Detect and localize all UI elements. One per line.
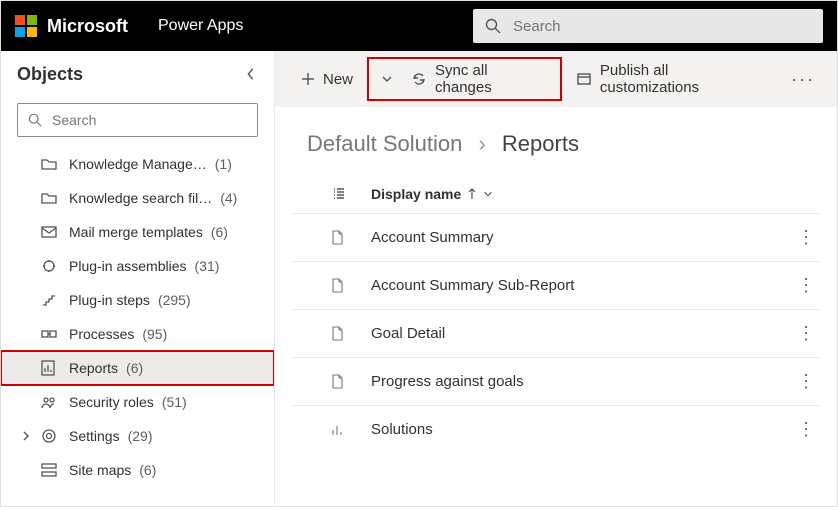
row-display-name: Progress against goals [371, 373, 791, 390]
row-display-name: Account Summary [371, 229, 791, 246]
tree-item-knowledge-manage[interactable]: Knowledge Manage… (1) [1, 147, 274, 181]
global-search[interactable] [473, 9, 823, 43]
grid-row[interactable]: Progress against goals⋮ [291, 357, 821, 405]
grid-row[interactable]: Account Summary⋮ [291, 213, 821, 261]
tree-item-plug-in-assemblies[interactable]: Plug-in assemblies (31) [1, 249, 274, 283]
chevron-down-icon [381, 73, 393, 85]
row-display-name: Goal Detail [371, 325, 791, 342]
tree-item-count: (29) [128, 428, 153, 444]
objects-search-input[interactable] [50, 111, 247, 129]
grid-row[interactable]: Solutions⋮ [291, 405, 821, 453]
tree-item-count: (4) [220, 190, 237, 206]
sync-all-button[interactable]: Sync all changes [401, 61, 556, 97]
tree-item-mail-merge-templates[interactable]: Mail merge templates (6) [1, 215, 274, 249]
plugin-icon [41, 258, 59, 274]
command-bar: New Sync all changes [275, 51, 837, 107]
tree-item-settings[interactable]: Settings (29) [1, 419, 274, 453]
grid-row[interactable]: Account Summary Sub-Report⋮ [291, 261, 821, 309]
tree-item-count: (295) [158, 292, 191, 308]
app-name: Power Apps [158, 17, 243, 35]
objects-tree: Knowledge Manage… (1) Knowledge search fil… [1, 147, 274, 506]
tree-item-count: (95) [142, 326, 167, 342]
steps-icon [41, 293, 59, 307]
tree-item-count: (1) [215, 156, 232, 172]
tree-item-site-maps[interactable]: Site maps (6) [1, 453, 274, 487]
breadcrumb: Default Solution › Reports [275, 107, 837, 175]
grid-header-row: Display name [291, 175, 821, 213]
chevron-right-icon: › [478, 131, 485, 156]
document-icon [331, 230, 371, 245]
roles-icon [41, 395, 59, 409]
tree-item-label: Processes [69, 326, 134, 342]
tree-item-label: Settings [69, 428, 120, 444]
row-display-name: Account Summary Sub-Report [371, 277, 791, 294]
sync-group-highlight: Sync all changes [369, 59, 560, 99]
publish-icon [576, 71, 592, 87]
row-more-button[interactable]: ⋮ [791, 323, 821, 344]
tree-item-label: Plug-in assemblies [69, 258, 187, 274]
publish-all-button[interactable]: Publish all customizations [566, 61, 779, 97]
mail-icon [41, 225, 59, 239]
process-icon [41, 327, 59, 341]
objects-panel-title: Objects [17, 64, 83, 85]
app-header: Microsoft Power Apps [1, 1, 837, 51]
document-icon [331, 374, 371, 389]
tree-item-label: Mail merge templates [69, 224, 203, 240]
row-display-name: Solutions [371, 421, 791, 438]
row-more-button[interactable]: ⋮ [791, 227, 821, 248]
tree-item-count: (6) [211, 224, 228, 240]
tree-item-label: Security roles [69, 394, 154, 410]
grid-row[interactable]: Goal Detail⋮ [291, 309, 821, 357]
new-dropdown-button[interactable] [373, 61, 401, 97]
new-button[interactable]: New [291, 61, 363, 97]
tree-item-count: (31) [195, 258, 220, 274]
tree-item-count: (51) [162, 394, 187, 410]
tree-item-label: Knowledge search fil… [69, 190, 212, 206]
publish-button-label: Publish all customizations [600, 62, 769, 96]
breadcrumb-current: Reports [502, 131, 579, 156]
list-view-icon[interactable] [331, 186, 371, 202]
chart-icon [331, 423, 371, 437]
report-icon [41, 360, 59, 376]
settings-icon [41, 428, 59, 444]
chevron-down-icon [483, 189, 493, 199]
tree-item-label: Knowledge Manage… [69, 156, 207, 172]
tree-item-label: Reports [69, 360, 118, 376]
tree-item-reports[interactable]: Reports (6) [1, 351, 274, 385]
search-icon [28, 113, 42, 127]
tree-item-knowledge-search-fil[interactable]: Knowledge search fil… (4) [1, 181, 274, 215]
tree-item-count: (6) [126, 360, 143, 376]
breadcrumb-root[interactable]: Default Solution [307, 131, 462, 156]
brand-name: Microsoft [47, 16, 128, 37]
folder-icon [41, 157, 59, 171]
reports-grid: Display name Account Summary⋮Account Sum… [275, 175, 837, 453]
row-more-button[interactable]: ⋮ [791, 275, 821, 296]
row-more-button[interactable]: ⋮ [791, 419, 821, 440]
document-icon [331, 326, 371, 341]
tree-item-security-roles[interactable]: Security roles (51) [1, 385, 274, 419]
column-header-display-name[interactable]: Display name [371, 186, 493, 202]
microsoft-logo-icon [15, 15, 37, 37]
document-icon [331, 278, 371, 293]
sync-icon [411, 71, 427, 87]
sitemap-icon [41, 463, 59, 477]
sync-button-label: Sync all changes [435, 62, 546, 96]
command-overflow-button[interactable]: ··· [785, 69, 821, 90]
collapse-panel-button[interactable] [244, 67, 258, 81]
row-more-button[interactable]: ⋮ [791, 371, 821, 392]
tree-item-plug-in-steps[interactable]: Plug-in steps (295) [1, 283, 274, 317]
search-icon [485, 18, 501, 34]
expand-icon[interactable] [19, 431, 33, 441]
new-button-label: New [323, 71, 353, 88]
global-search-input[interactable] [511, 17, 811, 36]
tree-item-count: (6) [139, 462, 156, 478]
tree-item-label: Site maps [69, 462, 131, 478]
tree-item-processes[interactable]: Processes (95) [1, 317, 274, 351]
objects-search[interactable] [17, 103, 258, 137]
objects-panel: Objects Knowledge Manage… (1) Knowledge se… [1, 51, 275, 506]
folder-icon [41, 191, 59, 205]
plus-icon [301, 72, 315, 86]
tree-item-label: Plug-in steps [69, 292, 150, 308]
sort-asc-icon [467, 188, 477, 200]
